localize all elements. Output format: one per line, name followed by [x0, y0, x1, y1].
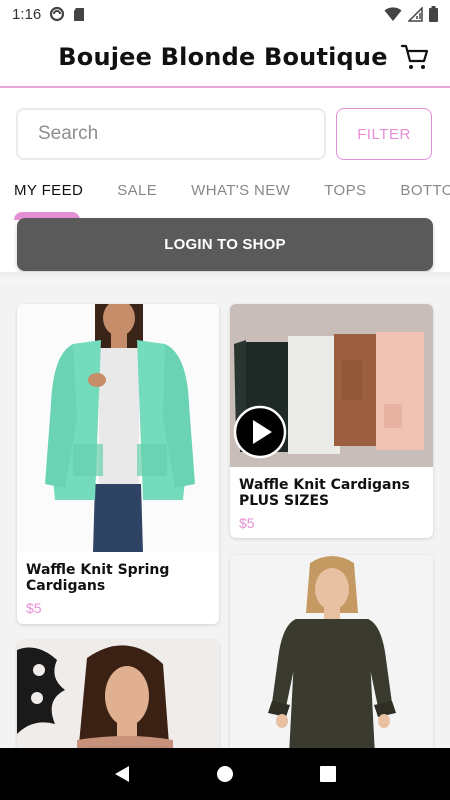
login-to-shop-button[interactable]: LOGIN TO SHOP — [17, 218, 433, 271]
product-title: Waffle Knit Spring Cardigans — [26, 562, 170, 594]
login-label: LOGIN TO SHOP — [164, 236, 286, 253]
tab-tops[interactable]: TOPS — [310, 172, 366, 220]
back-triangle-icon — [114, 766, 129, 782]
battery-icon — [429, 6, 438, 22]
product-title: Waffle Knit Cardigans PLUS SIZES — [239, 477, 410, 509]
product-card[interactable]: Waffle Knit Cardigans PLUS SIZES $5 — [230, 304, 433, 538]
product-price: $5 — [239, 515, 255, 531]
product-image — [230, 304, 433, 467]
product-image — [17, 640, 219, 748]
product-image — [230, 555, 433, 748]
status-time: 1:16 — [12, 5, 42, 23]
nav-recents-button[interactable] — [308, 754, 348, 794]
product-price: $5 — [26, 600, 42, 616]
home-circle-icon — [216, 766, 233, 782]
recents-square-icon — [320, 766, 337, 782]
product-feed[interactable]: Waffle Knit Spring Cardigans $5 Waffle K… — [0, 282, 450, 748]
search-row: FILTER — [16, 108, 434, 160]
signal-icon — [408, 6, 423, 22]
app-header: Boujee Blonde Boutique — [0, 28, 450, 88]
product-image — [17, 304, 219, 552]
cart-icon[interactable] — [400, 42, 430, 72]
search-input[interactable] — [16, 108, 326, 160]
nav-back-button[interactable] — [102, 754, 142, 794]
product-card[interactable] — [230, 555, 433, 748]
wifi-icon — [384, 6, 402, 21]
status-bar: 1:16 — [0, 0, 450, 28]
category-tabs: MY FEED SALE WHAT'S NEW TOPS BOTTOMS — [0, 172, 450, 220]
sync-icon — [50, 6, 65, 22]
divider — [0, 272, 450, 282]
tab-bottoms[interactable]: BOTTOMS — [386, 172, 450, 220]
tab-sale[interactable]: SALE — [103, 172, 157, 220]
product-card[interactable]: Waffle Knit Spring Cardigans $5 — [17, 304, 219, 624]
play-video-icon[interactable] — [232, 404, 288, 460]
sd-card-icon — [74, 7, 85, 21]
nav-home-button[interactable] — [205, 754, 245, 794]
product-card[interactable] — [17, 640, 219, 748]
filter-button[interactable]: FILTER — [336, 108, 432, 160]
system-nav-bar — [0, 748, 450, 800]
brand-title: Boujee Blonde Boutique — [58, 43, 388, 71]
tab-whats-new[interactable]: WHAT'S NEW — [177, 172, 290, 220]
